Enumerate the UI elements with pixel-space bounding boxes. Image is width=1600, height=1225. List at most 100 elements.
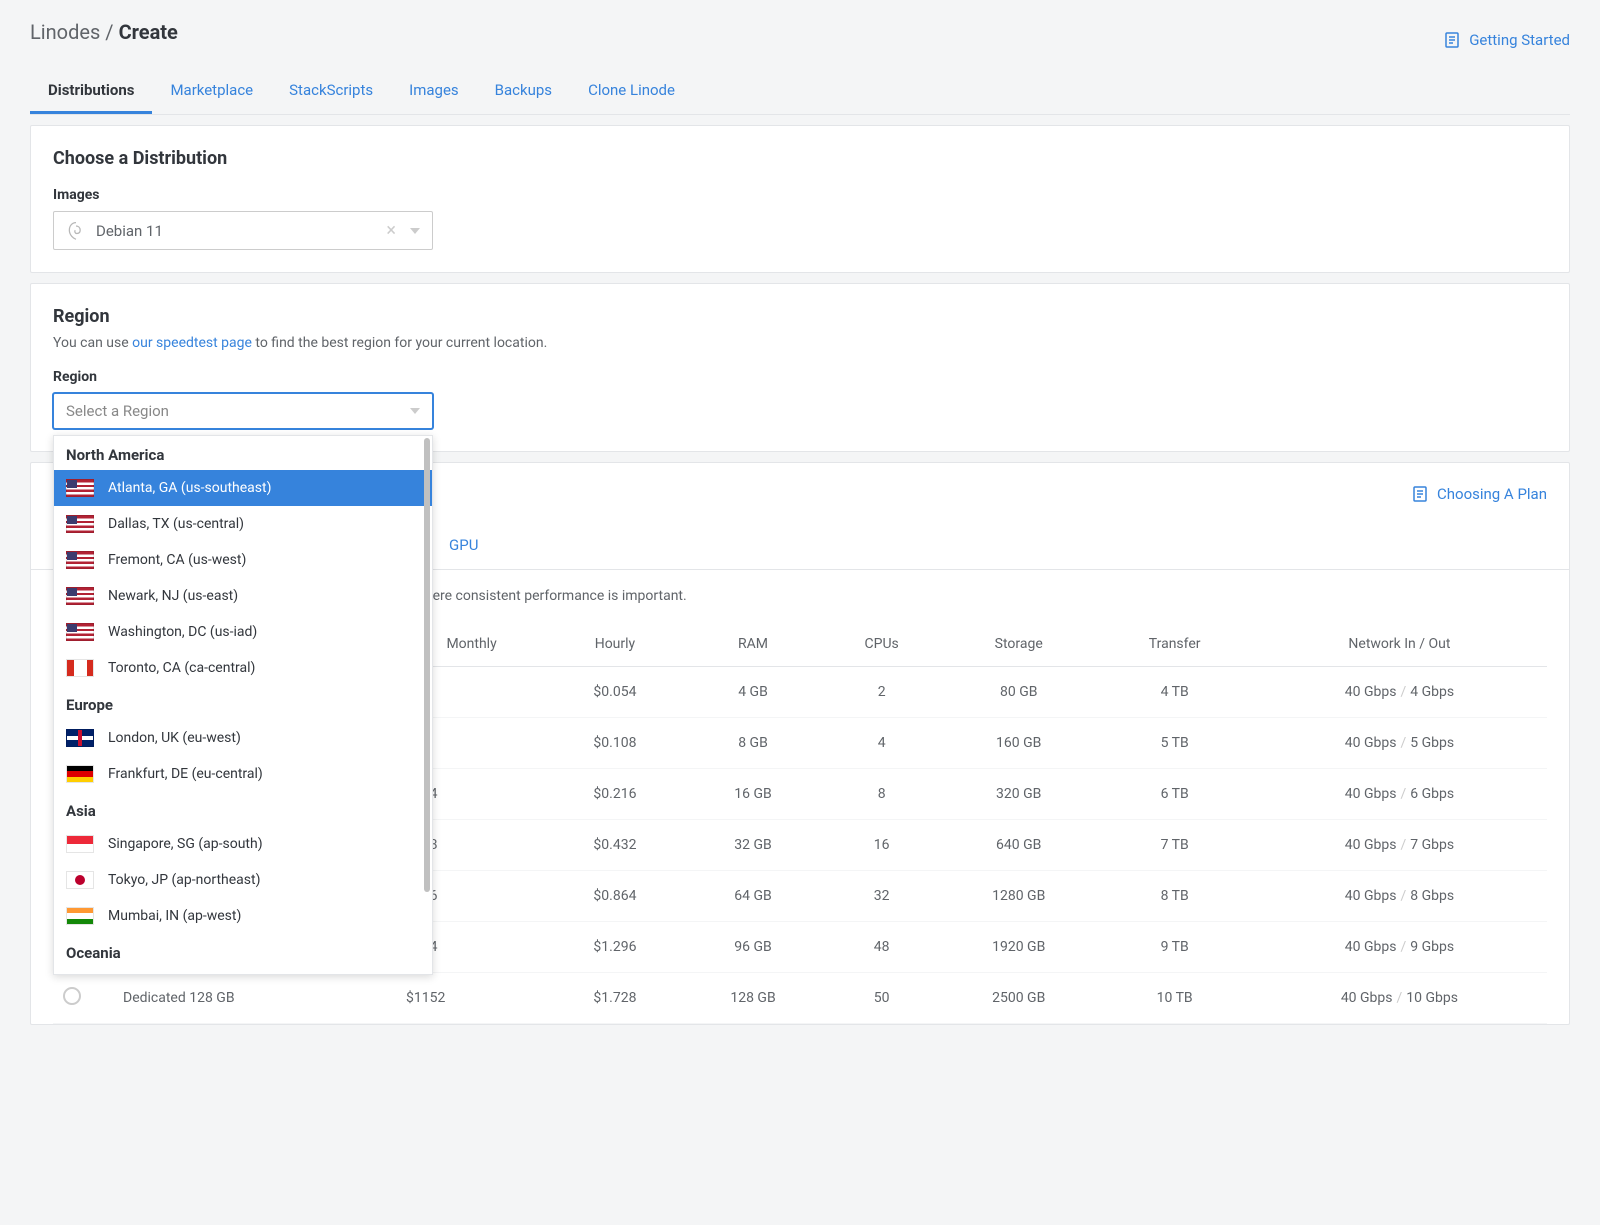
region-select-placeholder: Select a Region: [66, 402, 169, 420]
images-label: Images: [53, 187, 1547, 203]
region-dropdown[interactable]: North AmericaAtlanta, GA (us-southeast) D…: [53, 435, 433, 975]
plan-cpus: 8: [823, 769, 940, 820]
plan-ram: 128 GB: [683, 973, 824, 1024]
plan-col-header: Transfer: [1097, 622, 1251, 667]
plan-cpus: 48: [823, 922, 940, 973]
region-option-label: Newark, NJ (us-east): [108, 588, 238, 604]
region-select[interactable]: Select a Region: [53, 393, 433, 429]
region-option[interactable]: Fremont, CA (us-west): [54, 542, 432, 578]
flag-uk-icon: [66, 729, 94, 747]
chevron-down-icon[interactable]: [410, 408, 420, 414]
speedtest-link[interactable]: our speedtest page: [132, 335, 252, 351]
region-option[interactable]: Tokyo, JP (ap-northeast): [54, 862, 432, 898]
plan-storage: 320 GB: [940, 769, 1097, 820]
plan-hourly: $0.054: [547, 667, 683, 718]
plan-ram: 8 GB: [683, 718, 824, 769]
flag-us-icon: [66, 623, 94, 641]
plan-storage: 2500 GB: [940, 973, 1097, 1024]
scrollbar-thumb[interactable]: [424, 438, 430, 892]
plan-col-header: CPUs: [823, 622, 940, 667]
plan-transfer: 8 TB: [1097, 871, 1251, 922]
distribution-heading: Choose a Distribution: [53, 148, 1547, 169]
create-tabs: DistributionsMarketplaceStackScriptsImag…: [30, 69, 1570, 115]
tab-images[interactable]: Images: [391, 69, 477, 114]
region-option[interactable]: Mumbai, IN (ap-west): [54, 898, 432, 934]
flag-us-icon: [66, 515, 94, 533]
plan-hourly: $0.108: [547, 718, 683, 769]
region-option-label: Toronto, CA (ca-central): [108, 660, 255, 676]
flag-jp-icon: [66, 871, 94, 889]
flag-in-icon: [66, 907, 94, 925]
debian-icon: [66, 221, 86, 241]
region-option-label: Singapore, SG (ap-south): [108, 836, 263, 852]
plan-ram: 16 GB: [683, 769, 824, 820]
plan-ram: 64 GB: [683, 871, 824, 922]
doc-icon: [1443, 31, 1461, 49]
plan-col-header: RAM: [683, 622, 824, 667]
plan-transfer: 4 TB: [1097, 667, 1251, 718]
plan-transfer: 9 TB: [1097, 922, 1251, 973]
region-group-label: Europe: [54, 686, 432, 720]
image-select[interactable]: Debian 11 ×: [53, 211, 433, 250]
getting-started-link[interactable]: Getting Started: [1443, 31, 1570, 49]
region-option[interactable]: Frankfurt, DE (eu-central): [54, 756, 432, 792]
plan-storage: 1920 GB: [940, 922, 1097, 973]
region-panel: Region You can use our speedtest page to…: [30, 283, 1570, 452]
tab-distributions[interactable]: Distributions: [30, 69, 152, 114]
plan-ram: 32 GB: [683, 820, 824, 871]
plan-col-header: Network In / Out: [1252, 622, 1547, 667]
region-option-label: Frankfurt, DE (eu-central): [108, 766, 263, 782]
region-option-label: Dallas, TX (us-central): [108, 516, 244, 532]
tab-clone-linode[interactable]: Clone Linode: [570, 69, 693, 114]
region-group-label: Asia: [54, 792, 432, 826]
plan-network: 40 Gbps/8 Gbps: [1252, 871, 1547, 922]
region-group-label: North America: [54, 436, 432, 470]
region-option[interactable]: Newark, NJ (us-east): [54, 578, 432, 614]
plan-col-header: Hourly: [547, 622, 683, 667]
choosing-plan-label: Choosing A Plan: [1437, 485, 1547, 503]
region-option-label: Washington, DC (us-iad): [108, 624, 257, 640]
plan-hourly: $1.728: [547, 973, 683, 1024]
region-option[interactable]: Toronto, CA (ca-central): [54, 650, 432, 686]
flag-us-icon: [66, 479, 94, 497]
tab-backups[interactable]: Backups: [477, 69, 570, 114]
flag-sg-icon: [66, 835, 94, 853]
plan-network: 40 Gbps/7 Gbps: [1252, 820, 1547, 871]
chevron-down-icon[interactable]: [410, 228, 420, 234]
choosing-plan-link[interactable]: Choosing A Plan: [1411, 483, 1547, 504]
region-option[interactable]: Atlanta, GA (us-southeast): [54, 470, 432, 506]
region-option-label: London, UK (eu-west): [108, 730, 241, 746]
plan-monthly: $1152: [396, 973, 547, 1024]
plan-network: 40 Gbps/5 Gbps: [1252, 718, 1547, 769]
breadcrumb: Linodes / Create: [30, 20, 178, 44]
plan-row[interactable]: Dedicated 128 GB$1152$1.728128 GB502500 …: [53, 973, 1547, 1024]
tab-marketplace[interactable]: Marketplace: [152, 69, 271, 114]
region-option[interactable]: Washington, DC (us-iad): [54, 614, 432, 650]
region-option[interactable]: London, UK (eu-west): [54, 720, 432, 756]
breadcrumb-current: Create: [119, 20, 178, 44]
plan-cpus: 16: [823, 820, 940, 871]
tab-stackscripts[interactable]: StackScripts: [271, 69, 391, 114]
plan-ram: 96 GB: [683, 922, 824, 973]
flag-ca-icon: [66, 659, 94, 677]
plan-tab-gpu[interactable]: GPU: [431, 524, 496, 569]
plan-storage: 1280 GB: [940, 871, 1097, 922]
region-option[interactable]: Sydney, AU (ap-southeast): [54, 968, 432, 975]
clear-icon[interactable]: ×: [386, 220, 396, 241]
region-option[interactable]: Dallas, TX (us-central): [54, 506, 432, 542]
plan-hourly: $0.216: [547, 769, 683, 820]
plan-storage: 640 GB: [940, 820, 1097, 871]
region-option-label: Tokyo, JP (ap-northeast): [108, 872, 260, 888]
flag-us-icon: [66, 551, 94, 569]
breadcrumb-parent[interactable]: Linodes: [30, 20, 100, 44]
breadcrumb-separator: /: [105, 20, 113, 44]
plan-network: 40 Gbps/9 Gbps: [1252, 922, 1547, 973]
plan-hourly: $1.296: [547, 922, 683, 973]
image-select-value: Debian 11: [96, 222, 386, 240]
region-option[interactable]: Singapore, SG (ap-south): [54, 826, 432, 862]
region-group-label: Oceania: [54, 934, 432, 968]
plan-ram: 4 GB: [683, 667, 824, 718]
plan-radio[interactable]: [63, 987, 81, 1005]
region-heading: Region: [53, 306, 1547, 327]
plan-transfer: 5 TB: [1097, 718, 1251, 769]
